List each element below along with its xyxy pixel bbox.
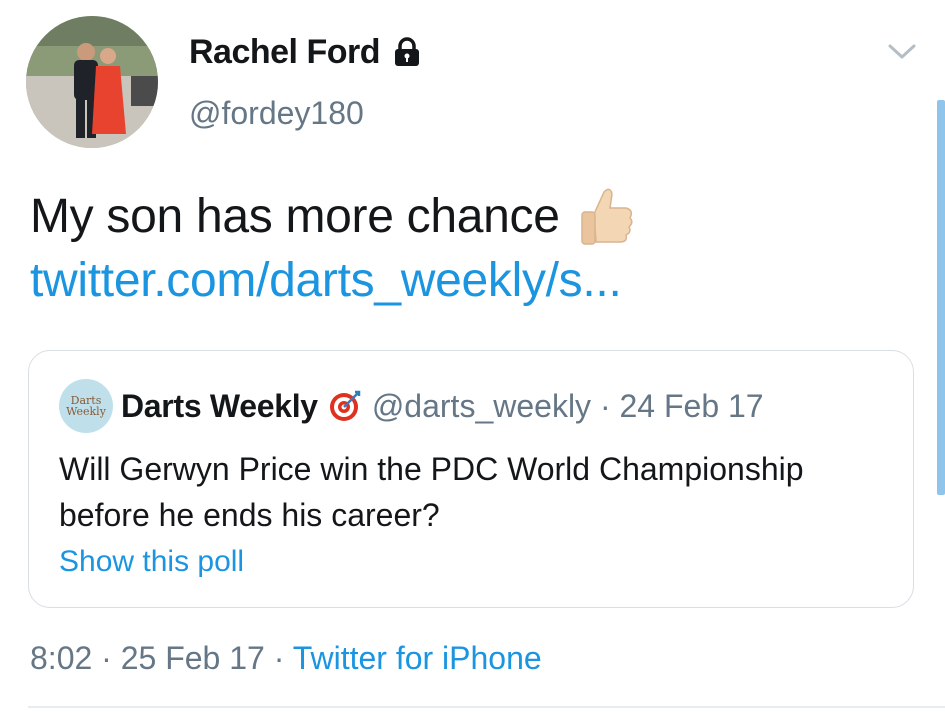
tweet-footer: 8:02 · 25 Feb 17 · Twitter for iPhone (30, 640, 542, 677)
quoted-author-handle[interactable]: @darts_weekly (372, 388, 591, 424)
author-name-text: Rachel Ford (189, 33, 380, 71)
profile-photo (26, 16, 158, 148)
chevron-down-icon[interactable] (884, 38, 920, 64)
quoted-tweet-header: Darts Weekly Darts Weekly @darts_weekly … (59, 379, 764, 433)
author-handle[interactable]: @fordey180 (189, 93, 364, 133)
avatar-text-line2: Weekly (66, 405, 106, 418)
lock-icon (392, 36, 422, 68)
quoted-tweet-date: 24 Feb 17 (619, 387, 764, 424)
meta-separator: · (599, 387, 611, 424)
quoted-tweet-card[interactable]: Darts Weekly Darts Weekly @darts_weekly … (28, 350, 914, 608)
author-display-name[interactable]: Rachel Ford (189, 32, 422, 72)
quoted-tweet-text: Will Gerwyn Price win the PDC World Cham… (59, 451, 804, 533)
dartboard-icon (328, 389, 362, 423)
tweet-source-link[interactable]: Twitter for iPhone (293, 640, 542, 676)
bottom-divider (28, 706, 945, 708)
tweet-date: 25 Feb 17 (120, 640, 265, 676)
tweet-link[interactable]: twitter.com/darts_weekly/s... (30, 250, 636, 312)
footer-separator-2: · (273, 640, 285, 676)
author-avatar[interactable] (26, 16, 158, 148)
tweet-time: 8:02 (30, 640, 93, 676)
scrollbar[interactable] (937, 100, 945, 495)
show-poll-link[interactable]: Show this poll (59, 545, 244, 579)
footer-separator-1: · (101, 640, 112, 676)
tweet-body-text: My son has more chance (30, 190, 560, 243)
thumbs-up-icon (576, 184, 636, 250)
tweet-text: My son has more chance twitter.com/darts… (30, 184, 636, 312)
quoted-author-avatar[interactable]: Darts Weekly (59, 379, 113, 433)
quoted-author-name[interactable]: Darts Weekly (121, 388, 318, 425)
